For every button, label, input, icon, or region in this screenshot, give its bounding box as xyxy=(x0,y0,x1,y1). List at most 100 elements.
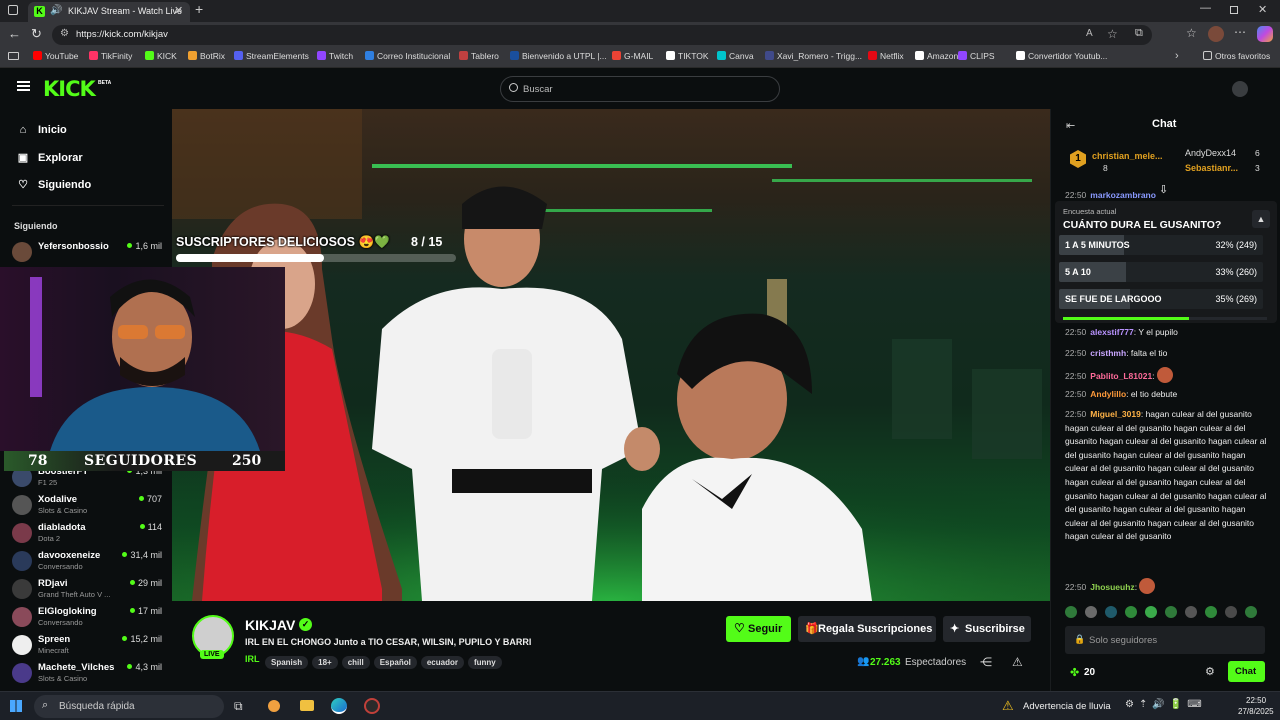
bookmark-item[interactable]: Bienvenido a UTPL |... xyxy=(510,51,607,61)
back-icon[interactable]: ← xyxy=(8,26,21,41)
minimize-icon[interactable]: — xyxy=(1200,2,1211,14)
following-channel[interactable]: Spreen Minecraft 15,2 mil xyxy=(12,632,164,658)
chat-message-user[interactable]: cristhmh xyxy=(1090,348,1126,358)
hamburger-menu-icon[interactable] xyxy=(17,81,30,91)
following-channel[interactable]: Machete_Vilches Slots & Casino 4,3 mil xyxy=(12,660,164,686)
bookmark-item[interactable]: Correo Institucional xyxy=(365,51,450,61)
file-explorer-icon[interactable] xyxy=(300,700,314,711)
pin-icon[interactable]: ⇩ xyxy=(1159,183,1168,196)
clock-time[interactable]: 22:50 xyxy=(1246,696,1266,705)
share-icon[interactable]: ⋲ xyxy=(980,655,992,669)
more-menu-icon[interactable]: ⋯ xyxy=(1234,25,1246,39)
bookmark-item[interactable]: Amazon xyxy=(915,51,958,61)
browser-tab[interactable]: K 🔊 KIKJAV Stream - Watch Live ✕ xyxy=(28,2,190,22)
maximize-icon[interactable] xyxy=(1230,6,1238,14)
emote-icon[interactable] xyxy=(1165,606,1177,618)
emote-icon[interactable] xyxy=(1085,606,1097,618)
following-channel[interactable]: diabladota Dota 2 114 xyxy=(12,520,164,546)
favorite-star-icon[interactable]: ☆ xyxy=(1107,27,1118,41)
bookmark-item[interactable]: KICK xyxy=(145,51,177,61)
emote-icon[interactable] xyxy=(1145,606,1157,618)
app-icon[interactable] xyxy=(268,700,280,712)
stream-tag[interactable]: chill xyxy=(341,656,370,669)
chat-message-user[interactable]: Pablito_L81021 xyxy=(1090,371,1152,381)
profile-avatar[interactable] xyxy=(1208,26,1224,42)
nav-home[interactable]: ⌂ Inicio xyxy=(16,124,67,136)
channel-name[interactable]: KIKJAV xyxy=(245,617,295,633)
emote-icon[interactable] xyxy=(1065,606,1077,618)
bookmark-item[interactable]: Tablero xyxy=(459,51,499,61)
stream-tag[interactable]: funny xyxy=(467,656,502,669)
audio-icon[interactable]: 🔊 xyxy=(50,5,62,16)
peek-user[interactable]: markozambrano xyxy=(1090,190,1156,200)
emote-icon[interactable] xyxy=(1205,606,1217,618)
emote-icon[interactable] xyxy=(1245,606,1257,618)
send-chat-button[interactable]: Chat xyxy=(1228,661,1265,682)
chat-input[interactable]: 🔒 Solo seguidores xyxy=(1065,626,1265,654)
bookmark-item[interactable]: Netflix xyxy=(868,51,904,61)
following-channel[interactable]: Yefersonbossio 1,6 mil xyxy=(12,239,164,265)
stream-category[interactable]: IRL xyxy=(245,654,260,664)
stream-tag[interactable]: Español xyxy=(373,656,417,669)
following-channel[interactable]: davooxeneize Conversando 31,4 mil xyxy=(12,548,164,574)
bookmark-item[interactable]: StreamElements xyxy=(234,51,309,61)
poll-collapse-icon[interactable]: ▲ xyxy=(1252,210,1270,228)
stream-tag[interactable]: 18+ xyxy=(312,656,338,669)
bookmark-item[interactable]: Canva xyxy=(717,51,754,61)
stream-tag[interactable]: Spanish xyxy=(265,656,309,669)
kick-logo[interactable]: KICK xyxy=(43,77,96,101)
reading-list-icon[interactable] xyxy=(8,52,19,60)
channel-points[interactable]: 20 xyxy=(1084,667,1095,678)
following-channel[interactable]: Xodalive Slots & Casino 707 xyxy=(12,492,164,518)
following-channel[interactable]: ElGlogloking Conversando 17 mil xyxy=(12,604,164,630)
clock-date[interactable]: 27/8/2025 xyxy=(1238,707,1274,716)
bookmark-item[interactable]: TIKTOK xyxy=(666,51,709,61)
bookmark-item[interactable]: BotRix xyxy=(188,51,225,61)
favorites-icon[interactable]: ☆ xyxy=(1186,26,1197,40)
gift-subs-button[interactable]: 🎁 Regala Suscripciones xyxy=(798,616,936,642)
emote-icon[interactable] xyxy=(1125,606,1137,618)
emote-icon[interactable] xyxy=(1225,606,1237,618)
poll-option[interactable]: 5 A 10 33% (260) xyxy=(1059,262,1263,282)
site-info-icon[interactable]: ⚙ xyxy=(60,28,69,39)
window-menu-icon[interactable] xyxy=(8,5,18,15)
taskbar-search[interactable]: ⌕ Búsqueda rápida xyxy=(34,695,224,718)
follow-button[interactable]: ♡ Seguir xyxy=(726,616,791,642)
following-channel[interactable]: RDjavi Grand Theft Auto V ... 29 mil xyxy=(12,576,164,602)
system-tray-icons[interactable]: ⚙⇡🔊🔋⌨ xyxy=(1125,699,1207,710)
poll-option[interactable]: SE FUE DE LARGOOO 35% (269) xyxy=(1059,289,1263,309)
task-view-icon[interactable]: ⧉ xyxy=(234,699,243,714)
copilot-icon[interactable] xyxy=(1257,26,1273,42)
weather-text[interactable]: Advertencia de lluvia xyxy=(1023,701,1111,712)
nav-following[interactable]: ♡ Siguiendo xyxy=(16,178,91,191)
bookmarks-overflow-icon[interactable]: › xyxy=(1175,50,1179,62)
refresh-icon[interactable]: ↻ xyxy=(31,26,42,42)
chat-settings-icon[interactable]: ⚙ xyxy=(1205,665,1215,678)
edge-browser-icon[interactable] xyxy=(331,698,347,714)
chat-message-user[interactable]: alexstif777 xyxy=(1090,327,1133,337)
extensions-icon[interactable]: ⧉ xyxy=(1135,27,1143,40)
bookmark-item[interactable]: Convertidor Youtub... xyxy=(1016,51,1107,61)
leader-1-name[interactable]: christian_mele... xyxy=(1092,151,1163,161)
emote-icon[interactable] xyxy=(1105,606,1117,618)
stream-tag[interactable]: ecuador xyxy=(420,656,464,669)
windows-start-icon[interactable] xyxy=(10,700,22,712)
poll-option[interactable]: 1 A 5 MINUTOS 32% (249) xyxy=(1059,235,1263,255)
subscribe-button[interactable]: ✦ Suscribirse xyxy=(943,616,1031,642)
video-player[interactable]: SUSCRIPTORES DELICIOSOS 😍💚 8 / 15 xyxy=(172,109,1050,601)
chat-message-user[interactable]: Andylillo xyxy=(1090,389,1126,399)
address-bar[interactable]: ⚙ https://kick.com/kikjav A ☆ xyxy=(52,25,1152,45)
bookmark-item[interactable]: Twitch xyxy=(317,51,353,61)
user-avatar[interactable] xyxy=(1232,81,1248,97)
search-input[interactable]: Buscar xyxy=(523,84,553,95)
bookmark-item[interactable]: Xavi_Romero - Trigg... xyxy=(765,51,862,61)
emote-icon[interactable] xyxy=(1185,606,1197,618)
close-window-icon[interactable]: ✕ xyxy=(1258,3,1267,16)
collapse-chat-icon[interactable]: ⇤ xyxy=(1066,119,1075,132)
nav-explore[interactable]: ▣ Explorar xyxy=(16,151,83,164)
bookmark-item[interactable]: CLIPS xyxy=(958,51,995,61)
chat-message-user[interactable]: Jhosueuhz xyxy=(1090,582,1134,592)
leader-3-name[interactable]: Sebastianr... xyxy=(1185,163,1238,173)
bookmark-item[interactable]: YouTube xyxy=(33,51,78,61)
url-text[interactable]: https://kick.com/kikjav xyxy=(76,29,168,40)
